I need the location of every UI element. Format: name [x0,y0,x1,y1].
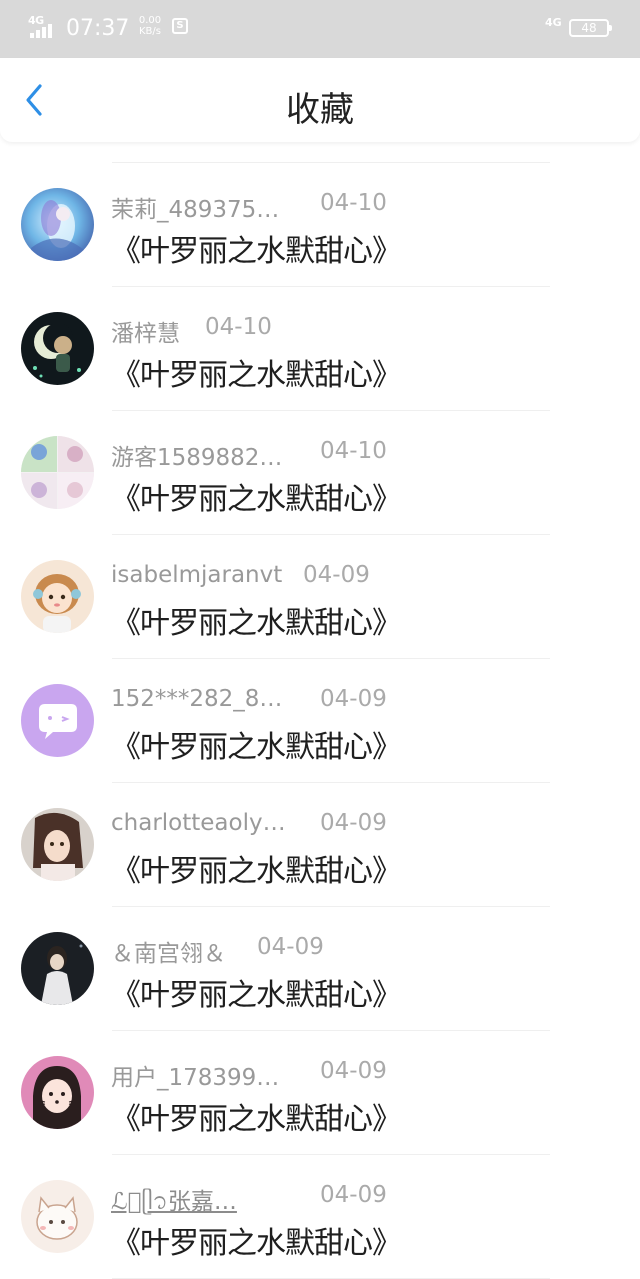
avatar[interactable] [21,808,94,881]
date: 04-09 [320,686,387,712]
date: 04-09 [320,1182,387,1208]
username: charlotteaoly… [111,810,286,836]
date: 04-09 [303,562,370,588]
avatar[interactable] [21,1180,94,1253]
username: ＆南宫翎＆ [111,941,226,967]
username: 152***282_8… [111,686,283,712]
avatar[interactable] [21,436,94,509]
date: 04-10 [320,438,387,464]
book-title: 《叶罗丽之水默甜心》 [111,606,402,641]
username: 用户_178399… [111,1065,280,1091]
username: isabelmjaranvt [111,562,283,588]
username: 游客1589882… [111,445,283,471]
username: 茉莉_489375… [111,197,280,223]
speed-unit: KB/s [139,26,161,37]
book-title: 《叶罗丽之水默甜心》 [111,234,402,269]
username: 潘梓慧 [111,321,180,347]
book-title: 《叶罗丽之水默甜心》 [111,358,402,393]
avatar[interactable] [21,188,94,261]
date: 04-10 [205,314,272,340]
date: 04-09 [257,934,324,960]
speed-value: 0.00 [138,15,162,26]
signal-icon: 4G [28,14,58,40]
list-item[interactable]: 152***282_8… 04-09 《叶罗丽之水默甜心》 [0,659,640,783]
book-title: 《叶罗丽之水默甜心》 [111,1226,402,1261]
book-title: 《叶罗丽之水默甜心》 [111,1102,402,1137]
list-item[interactable]: 游客1589882… 04-10 《叶罗丽之水默甜心》 [0,411,640,535]
clock: 07:37 [66,16,130,41]
notification-app-icon: S [172,18,188,34]
avatar[interactable] [21,932,94,1005]
status-bar: 4G 07:37 0.00 KB/s S 4G 48 [0,0,640,58]
book-title: 《叶罗丽之水默甜心》 [111,978,402,1013]
book-title: 《叶罗丽之水默甜心》 [111,854,402,889]
date: 04-09 [320,1058,387,1084]
navigation-bar: 收藏 [0,58,640,142]
battery-level: 48 [581,21,597,35]
list-item[interactable]: isabelmjaranvt 04-09 《叶罗丽之水默甜心》 [0,535,640,659]
avatar[interactable] [21,312,94,385]
avatar[interactable] [21,1056,94,1129]
network-speed: 0.00 KB/s [136,15,164,37]
list-item[interactable]: 用户_178399… 04-09 《叶罗丽之水默甜心》 [0,1031,640,1155]
avatar[interactable] [21,560,94,633]
favorites-list: 茉莉_489375… 04-10 《叶罗丽之水默甜心》 潘梓慧 04-10 《叶… [0,163,640,1279]
page-title: 收藏 [286,90,354,130]
list-item[interactable]: 潘梓慧 04-10 《叶罗丽之水默甜心》 [0,287,640,411]
list-item[interactable]: ℒ᭄ᥫ᭡张嘉… 04-09 《叶罗丽之水默甜心》 [0,1155,640,1279]
list-item[interactable]: charlotteaoly… 04-09 《叶罗丽之水默甜心》 [0,783,640,907]
network-type-right: 4G [545,16,562,29]
date: 04-09 [320,810,387,836]
avatar[interactable] [21,684,94,757]
list-item[interactable]: ＆南宫翎＆ 04-09 《叶罗丽之水默甜心》 [0,907,640,1031]
list-item[interactable]: 茉莉_489375… 04-10 《叶罗丽之水默甜心》 [0,163,640,287]
date: 04-10 [320,190,387,216]
book-title: 《叶罗丽之水默甜心》 [111,482,402,517]
battery-icon: 48 [569,19,612,37]
network-type-left: 4G [28,14,44,27]
book-title: 《叶罗丽之水默甜心》 [111,730,402,765]
